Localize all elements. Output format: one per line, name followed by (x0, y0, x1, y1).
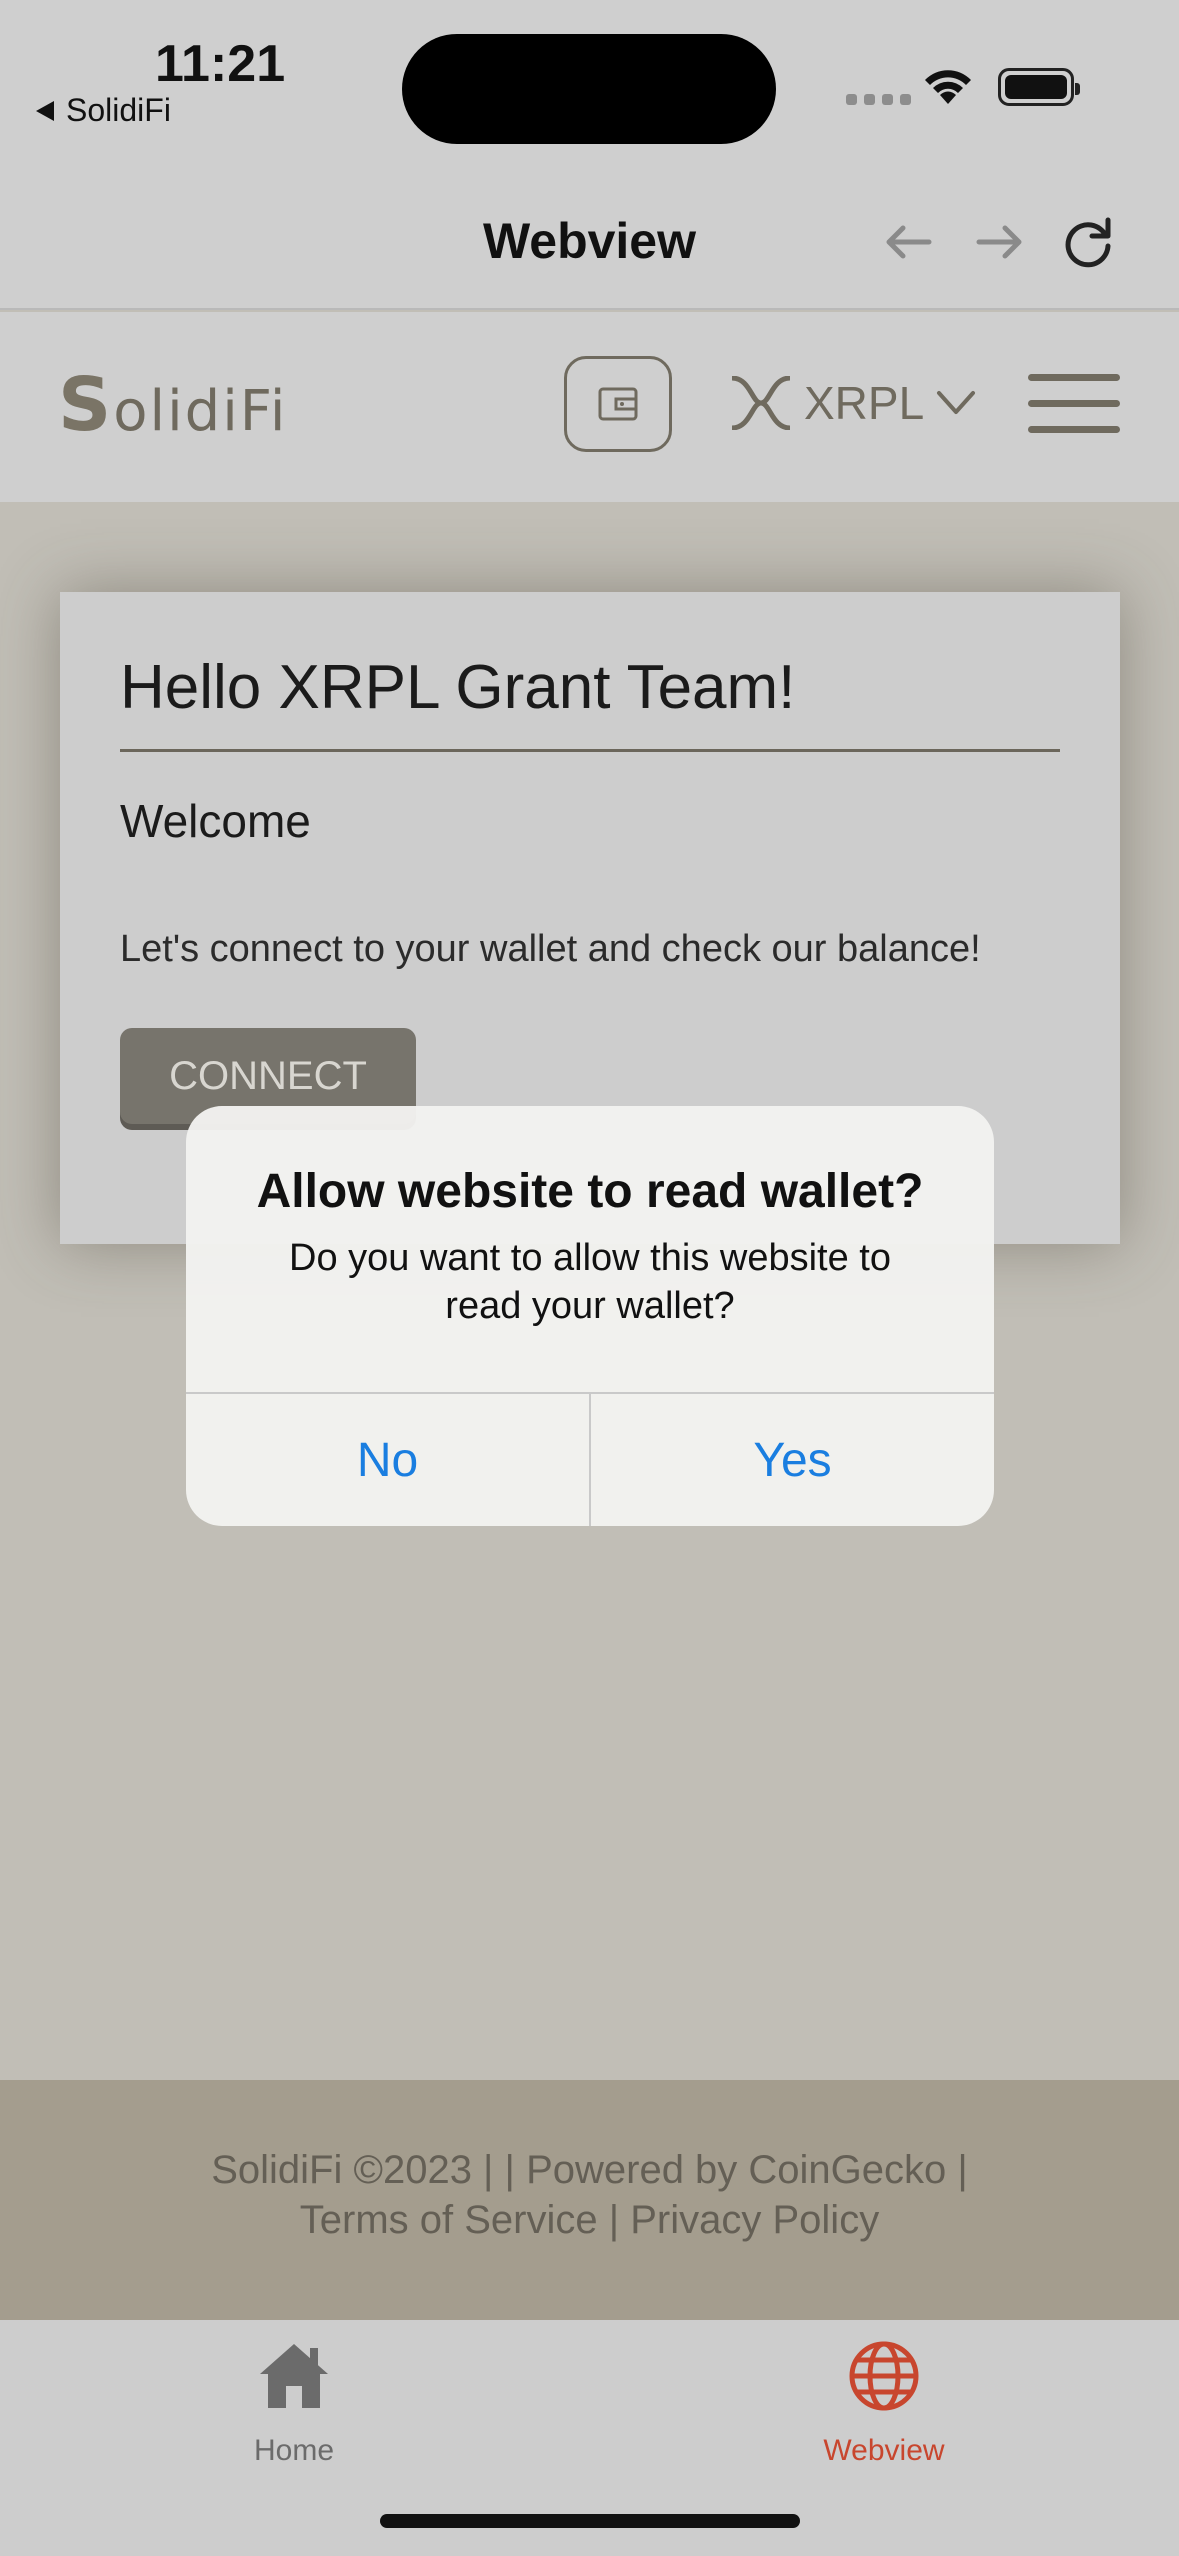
footer-links[interactable]: Terms of Service | Privacy Policy (0, 2198, 1179, 2243)
reload-icon (1065, 217, 1111, 268)
alert-message: Do you want to allow this website to rea… (289, 1237, 891, 1327)
card-text: Let's connect to your wallet and check o… (120, 928, 981, 970)
tab-home[interactable]: Home (144, 2340, 444, 2468)
home-icon (260, 2344, 328, 2408)
site-header: SolidiFi XRPL (0, 312, 1179, 502)
alert-title: Allow website to read wallet? (256, 1165, 924, 1218)
home-indicator[interactable] (380, 2514, 800, 2528)
chevron-down-icon (937, 391, 976, 414)
back-to-app-link[interactable]: SolidiFi (36, 92, 171, 129)
globe-icon (849, 2341, 919, 2411)
back-triangle-icon (36, 100, 54, 121)
title-divider (120, 749, 1060, 752)
tab-home-label: Home (253, 2434, 335, 2467)
wallet-icon (598, 387, 638, 421)
back-button[interactable] (876, 210, 940, 274)
xrpl-logo-icon (731, 376, 791, 430)
footer-copyright[interactable]: SolidiFi ©2023 | | Powered by CoinGecko … (0, 2148, 1179, 2193)
card-subtitle: Welcome (120, 795, 311, 847)
hamburger-menu-button[interactable] (1028, 374, 1120, 452)
card-title: Hello XRPL Grant Team! (120, 653, 796, 722)
permission-alert: Allow website to read wallet? Do you wan… (186, 1106, 994, 1526)
dynamic-island (402, 34, 776, 144)
hamburger-icon (1028, 374, 1120, 381)
wifi-icon (925, 70, 971, 104)
status-bar: 11:21 SolidiFi (0, 0, 1179, 170)
forward-button[interactable] (968, 210, 1032, 274)
alert-yes-button[interactable]: Yes (591, 1394, 994, 1526)
alert-no-button[interactable]: No (186, 1394, 589, 1526)
solidifi-logo[interactable]: SolidiFi (58, 362, 287, 448)
nav-bar: Webview (0, 170, 1179, 310)
back-app-label: SolidiFi (66, 92, 171, 128)
status-time: 11:21 (155, 35, 286, 93)
cellular-signal-icon (846, 94, 911, 105)
reload-button[interactable] (1056, 210, 1120, 274)
battery-icon (998, 68, 1080, 106)
site-footer: SolidiFi ©2023 | | Powered by CoinGecko … (0, 2080, 1179, 2320)
wallet-button[interactable] (564, 356, 672, 452)
arrow-left-icon (886, 225, 932, 259)
arrow-right-icon (976, 225, 1022, 259)
chain-selector[interactable]: XRPL (730, 376, 976, 430)
tab-webview-label: Webview (823, 2434, 945, 2467)
chain-label: XRPL (804, 377, 925, 429)
tab-webview[interactable]: Webview (734, 2340, 1034, 2468)
